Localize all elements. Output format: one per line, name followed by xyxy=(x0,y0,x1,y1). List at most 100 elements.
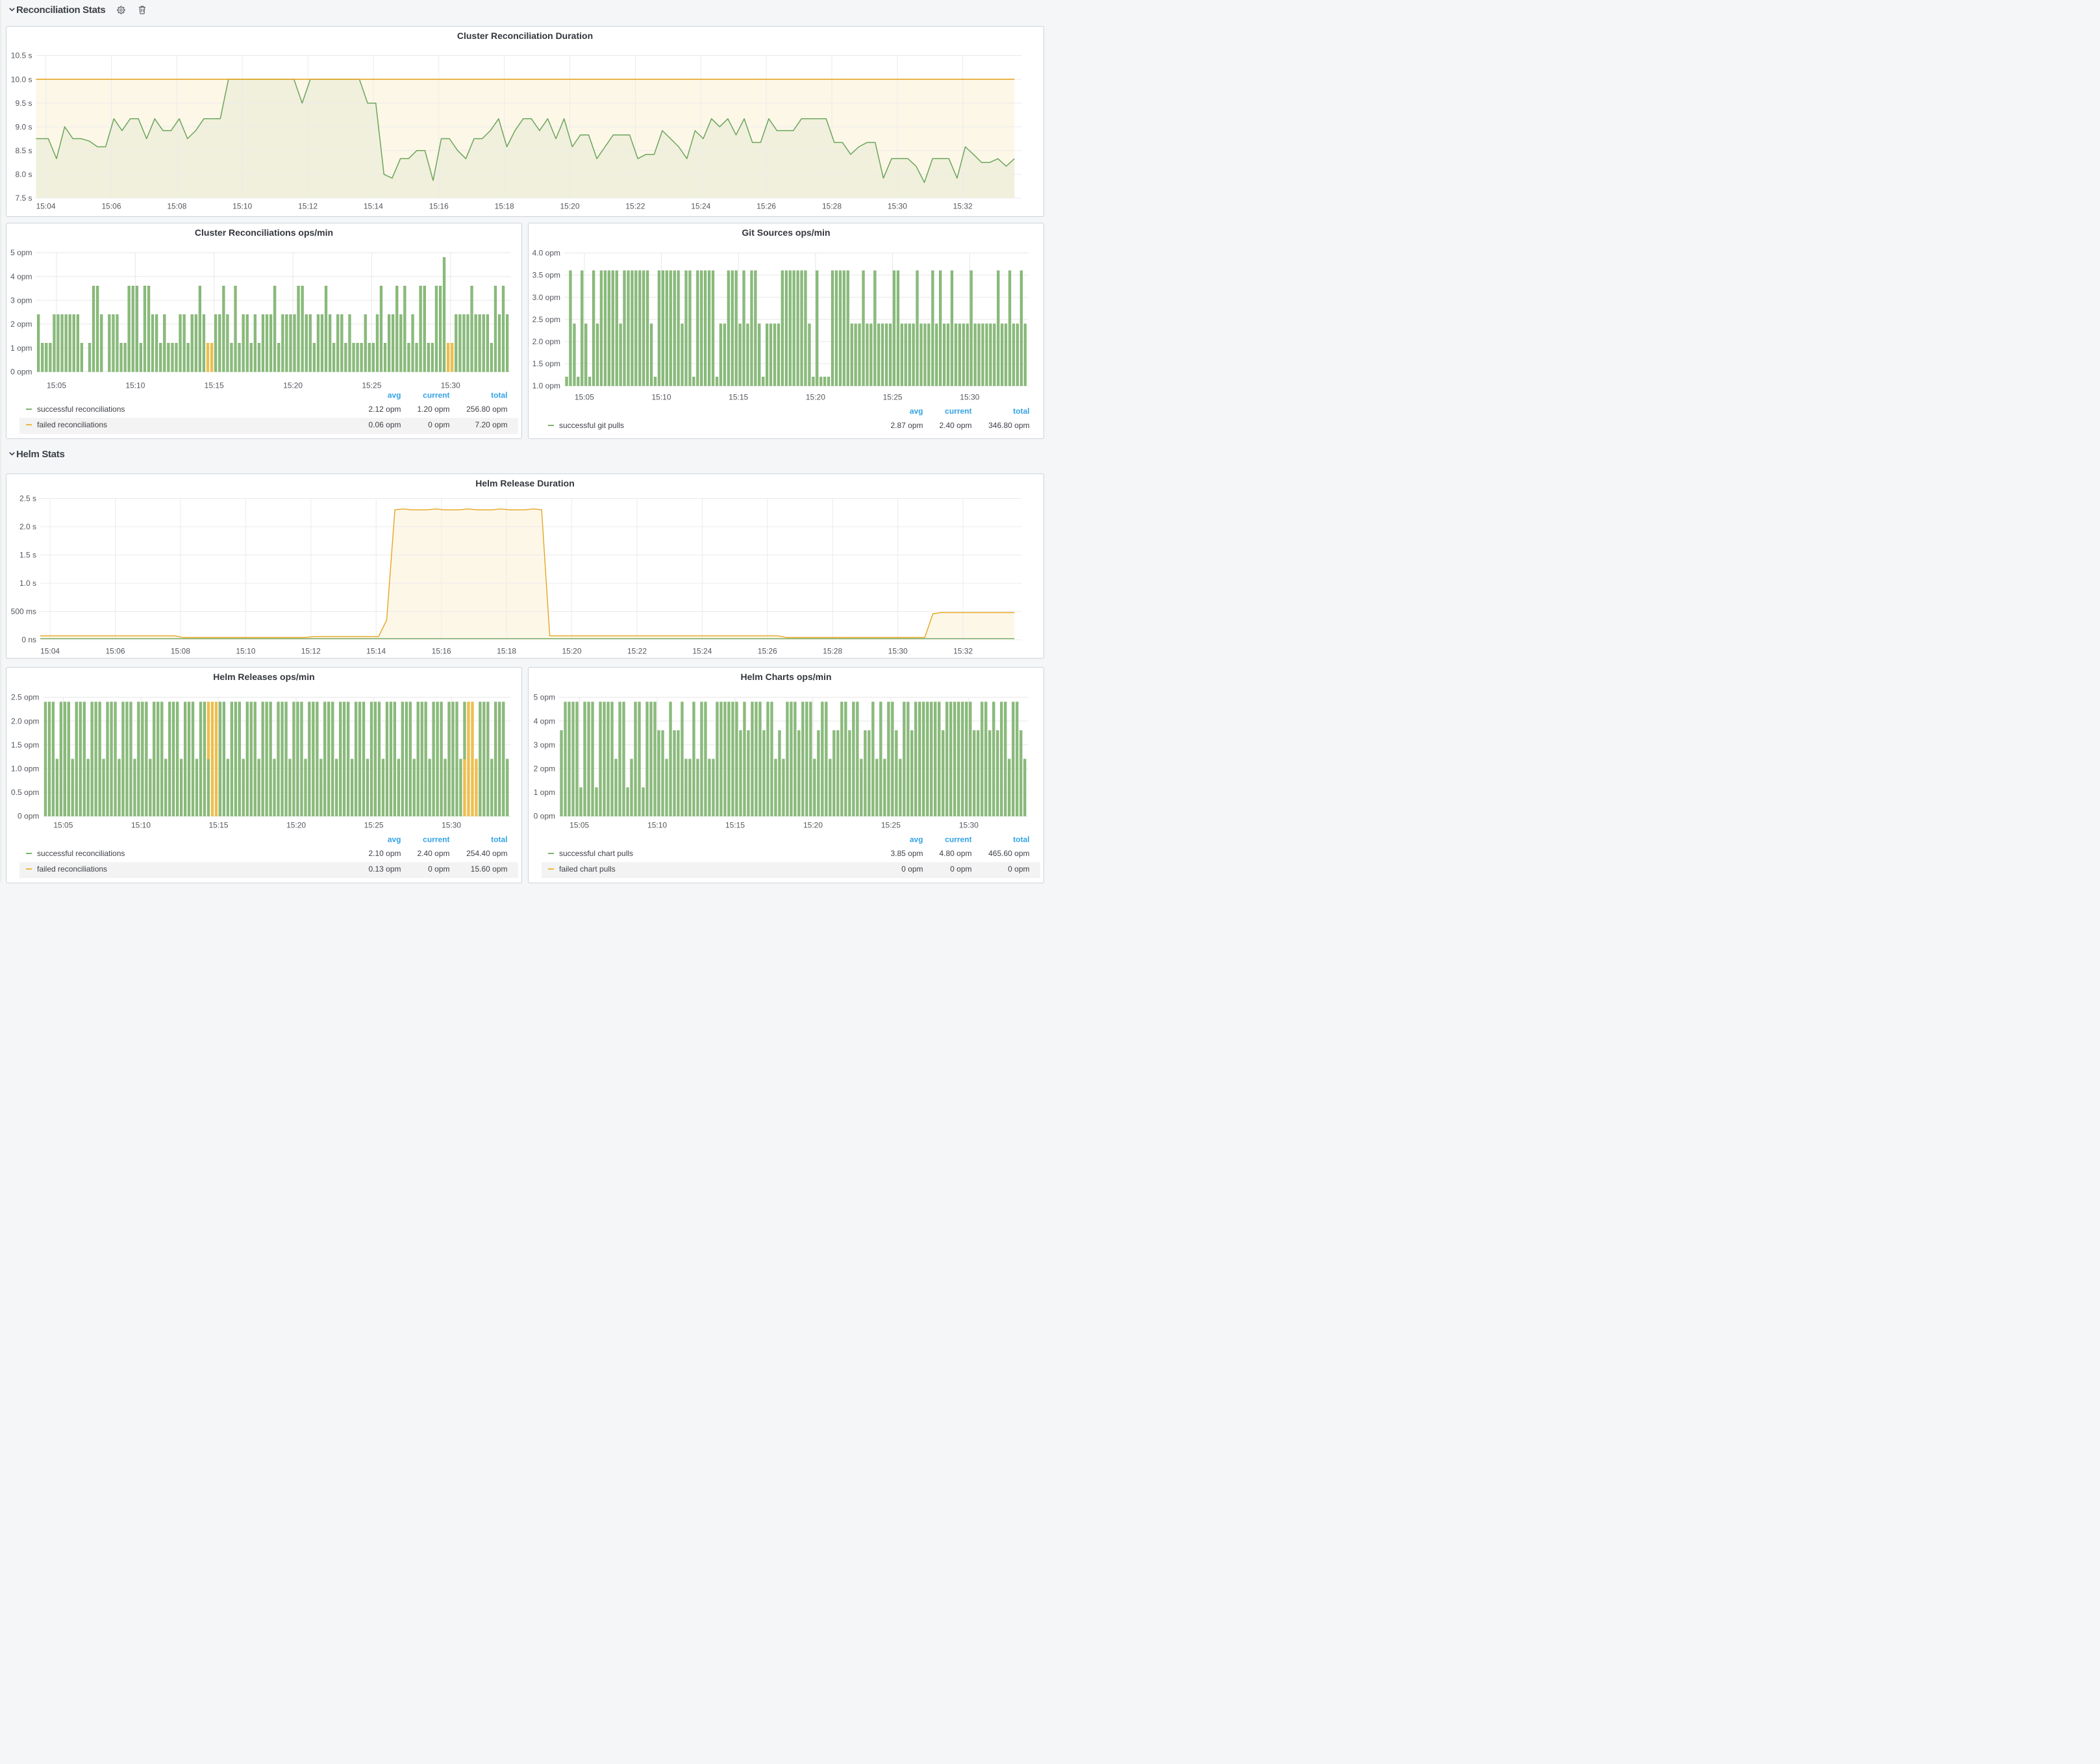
svg-text:0.5 opm: 0.5 opm xyxy=(11,788,39,797)
svg-text:500 ms: 500 ms xyxy=(10,607,36,616)
svg-text:Git Sources ops/min: Git Sources ops/min xyxy=(742,227,830,238)
svg-text:3.85 opm: 3.85 opm xyxy=(890,849,923,858)
svg-text:15.60 opm: 15.60 opm xyxy=(470,864,507,874)
svg-text:1.0 opm: 1.0 opm xyxy=(532,381,560,390)
svg-text:successful chart pulls: successful chart pulls xyxy=(559,849,633,858)
svg-text:15:14: 15:14 xyxy=(366,646,386,655)
svg-text:15:30: 15:30 xyxy=(959,820,979,829)
svg-text:2.0 opm: 2.0 opm xyxy=(532,337,560,346)
svg-text:15:32: 15:32 xyxy=(953,201,972,210)
svg-text:15:30: 15:30 xyxy=(442,820,461,829)
svg-text:successful git pulls: successful git pulls xyxy=(559,421,624,430)
svg-text:total: total xyxy=(491,391,507,400)
svg-text:15:26: 15:26 xyxy=(757,646,777,655)
svg-text:Helm Release Duration: Helm Release Duration xyxy=(475,477,575,488)
svg-text:7.5 s: 7.5 s xyxy=(15,194,32,203)
svg-text:2.0 opm: 2.0 opm xyxy=(11,716,39,725)
svg-text:avg: avg xyxy=(910,407,923,416)
svg-text:1.5 s: 1.5 s xyxy=(19,550,36,559)
svg-text:15:22: 15:22 xyxy=(627,646,646,655)
svg-text:15:05: 15:05 xyxy=(575,393,594,402)
svg-text:15:30: 15:30 xyxy=(888,646,907,655)
svg-text:15:15: 15:15 xyxy=(729,393,748,402)
svg-text:15:30: 15:30 xyxy=(960,393,979,402)
svg-text:15:06: 15:06 xyxy=(105,646,125,655)
svg-text:15:15: 15:15 xyxy=(208,820,228,829)
svg-text:Helm Charts ops/min: Helm Charts ops/min xyxy=(740,671,831,681)
svg-text:15:20: 15:20 xyxy=(562,646,581,655)
svg-text:1.20 opm: 1.20 opm xyxy=(417,405,449,414)
svg-text:Cluster Reconciliation Duratio: Cluster Reconciliation Duration xyxy=(456,30,592,40)
svg-text:15:10: 15:10 xyxy=(651,393,671,402)
svg-text:2.5 s: 2.5 s xyxy=(19,494,36,503)
svg-text:current: current xyxy=(423,835,449,844)
svg-text:465.60 opm: 465.60 opm xyxy=(988,849,1029,858)
svg-text:4.0 opm: 4.0 opm xyxy=(532,249,560,258)
svg-text:15:18: 15:18 xyxy=(494,201,514,210)
svg-text:successful reconciliations: successful reconciliations xyxy=(37,849,125,858)
svg-text:15:10: 15:10 xyxy=(236,646,255,655)
svg-text:5 opm: 5 opm xyxy=(534,692,555,701)
svg-text:15:25: 15:25 xyxy=(364,820,383,829)
svg-text:0 opm: 0 opm xyxy=(950,864,971,874)
svg-text:15:15: 15:15 xyxy=(725,820,745,829)
svg-text:15:20: 15:20 xyxy=(803,820,823,829)
svg-text:4 opm: 4 opm xyxy=(534,716,555,725)
svg-text:15:04: 15:04 xyxy=(36,201,55,210)
svg-text:15:04: 15:04 xyxy=(40,646,60,655)
svg-text:1.5 opm: 1.5 opm xyxy=(11,740,39,749)
svg-text:15:12: 15:12 xyxy=(298,201,318,210)
svg-text:3 opm: 3 opm xyxy=(10,296,32,305)
svg-text:346.80 opm: 346.80 opm xyxy=(988,421,1029,430)
svg-text:1 opm: 1 opm xyxy=(534,788,555,797)
svg-text:4 opm: 4 opm xyxy=(10,272,32,281)
svg-text:2 opm: 2 opm xyxy=(10,320,32,329)
svg-text:2.10 opm: 2.10 opm xyxy=(368,849,401,858)
svg-text:15:10: 15:10 xyxy=(125,381,145,390)
svg-text:0 opm: 0 opm xyxy=(428,420,449,429)
svg-text:avg: avg xyxy=(387,835,401,844)
svg-text:2.87 opm: 2.87 opm xyxy=(890,421,923,430)
svg-text:3.0 opm: 3.0 opm xyxy=(532,293,560,302)
svg-text:15:30: 15:30 xyxy=(887,201,906,210)
svg-text:failed reconciliations: failed reconciliations xyxy=(37,420,107,429)
svg-text:current: current xyxy=(945,835,971,844)
svg-text:avg: avg xyxy=(387,391,401,400)
svg-text:4.80 opm: 4.80 opm xyxy=(939,849,971,858)
svg-text:0 opm: 0 opm xyxy=(18,811,39,820)
svg-text:0 opm: 0 opm xyxy=(428,864,449,874)
svg-text:15:06: 15:06 xyxy=(101,201,121,210)
svg-text:15:24: 15:24 xyxy=(691,201,710,210)
svg-text:15:32: 15:32 xyxy=(953,646,973,655)
svg-text:total: total xyxy=(1013,407,1029,416)
svg-text:15:08: 15:08 xyxy=(170,646,190,655)
svg-text:10.0 s: 10.0 s xyxy=(10,75,32,84)
svg-text:2.5 opm: 2.5 opm xyxy=(11,692,39,701)
svg-text:9.5 s: 9.5 s xyxy=(15,98,32,107)
svg-text:2 opm: 2 opm xyxy=(534,764,555,773)
svg-text:0 opm: 0 opm xyxy=(901,864,923,874)
svg-text:15:30: 15:30 xyxy=(440,381,460,390)
svg-text:15:16: 15:16 xyxy=(431,646,451,655)
svg-text:7.20 opm: 7.20 opm xyxy=(475,420,507,429)
svg-text:15:05: 15:05 xyxy=(569,820,589,829)
svg-text:15:05: 15:05 xyxy=(53,820,73,829)
svg-text:failed reconciliations: failed reconciliations xyxy=(37,864,107,874)
svg-text:256.80 opm: 256.80 opm xyxy=(466,405,507,414)
svg-text:total: total xyxy=(1013,835,1029,844)
svg-text:0 opm: 0 opm xyxy=(534,811,555,820)
svg-text:15:20: 15:20 xyxy=(560,201,579,210)
svg-text:5 opm: 5 opm xyxy=(10,248,32,257)
svg-text:2.12 opm: 2.12 opm xyxy=(368,405,401,414)
svg-text:15:25: 15:25 xyxy=(881,820,901,829)
svg-text:15:16: 15:16 xyxy=(429,201,448,210)
svg-text:15:28: 15:28 xyxy=(821,201,841,210)
svg-text:0.13 opm: 0.13 opm xyxy=(368,864,401,874)
svg-text:15:25: 15:25 xyxy=(883,393,903,402)
svg-text:15:12: 15:12 xyxy=(301,646,320,655)
svg-text:0.06 opm: 0.06 opm xyxy=(368,420,401,429)
svg-text:254.40 opm: 254.40 opm xyxy=(466,849,507,858)
svg-text:0 opm: 0 opm xyxy=(1008,864,1029,874)
svg-text:15:10: 15:10 xyxy=(232,201,252,210)
svg-text:9.0 s: 9.0 s xyxy=(15,122,32,131)
